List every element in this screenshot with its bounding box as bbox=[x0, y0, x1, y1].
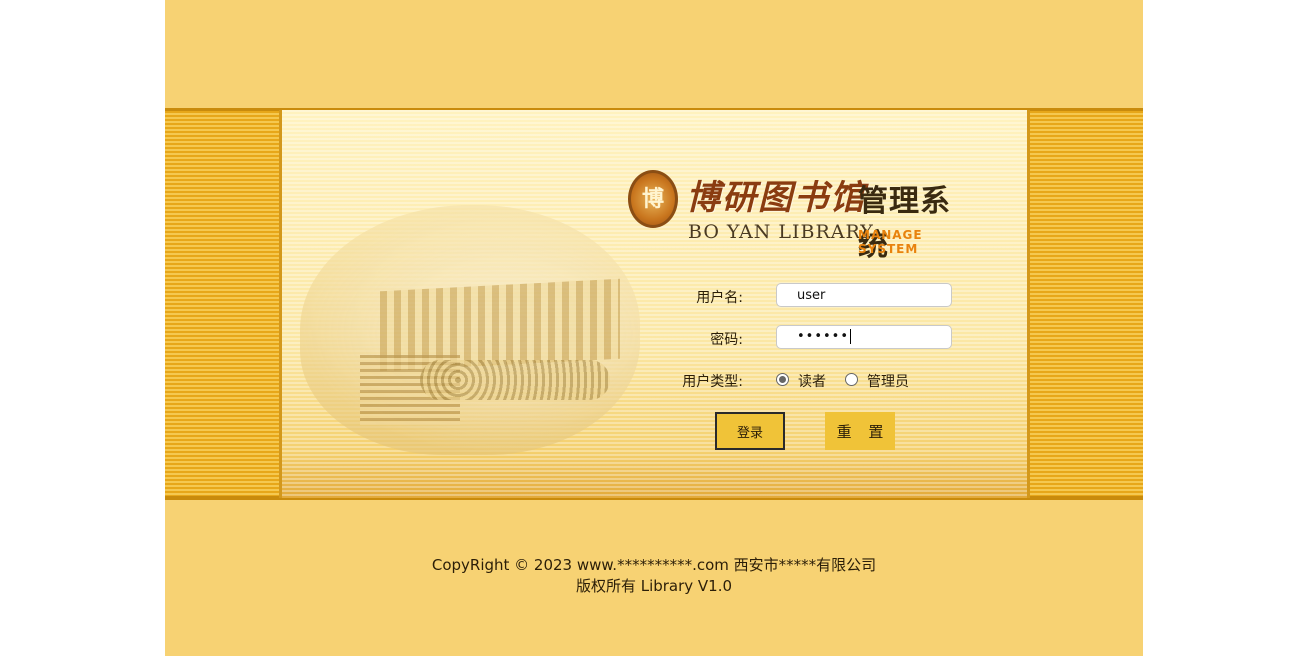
trees bbox=[420, 360, 610, 400]
logo-calligraphy: 博研图书馆 bbox=[686, 178, 866, 218]
username-input[interactable] bbox=[776, 283, 952, 307]
radio-reader[interactable] bbox=[776, 373, 789, 386]
radio-admin[interactable] bbox=[845, 373, 858, 386]
seal-icon: 博 bbox=[628, 170, 678, 228]
password-label: 密码: bbox=[710, 332, 743, 348]
username-label: 用户名: bbox=[696, 290, 743, 306]
library-building-image bbox=[300, 205, 640, 455]
logo-english-system: MANAGE SYSTEM bbox=[858, 228, 923, 256]
radio-reader-label[interactable]: 读者 bbox=[798, 371, 826, 391]
reset-button[interactable]: 重 置 bbox=[825, 412, 895, 450]
text-cursor bbox=[850, 329, 852, 344]
version-line: 版权所有 Library V1.0 bbox=[575, 577, 733, 595]
login-page: 博 博研图书馆 管理系统 BO YAN LIBRARY MANAGE SYSTE… bbox=[165, 0, 1143, 656]
logo: 博 博研图书馆 管理系统 BO YAN LIBRARY MANAGE SYSTE… bbox=[628, 166, 978, 263]
usertype-label: 用户类型: bbox=[682, 374, 743, 390]
radio-admin-label[interactable]: 管理员 bbox=[867, 371, 909, 391]
copyright-line: CopyRight © 2023 www.**********.com 西安市*… bbox=[431, 556, 877, 574]
logo-english-name: BO YAN LIBRARY bbox=[688, 221, 874, 243]
password-value: •••••• bbox=[797, 329, 850, 344]
password-input[interactable]: •••••• bbox=[776, 325, 952, 349]
login-button[interactable]: 登录 bbox=[715, 412, 785, 450]
